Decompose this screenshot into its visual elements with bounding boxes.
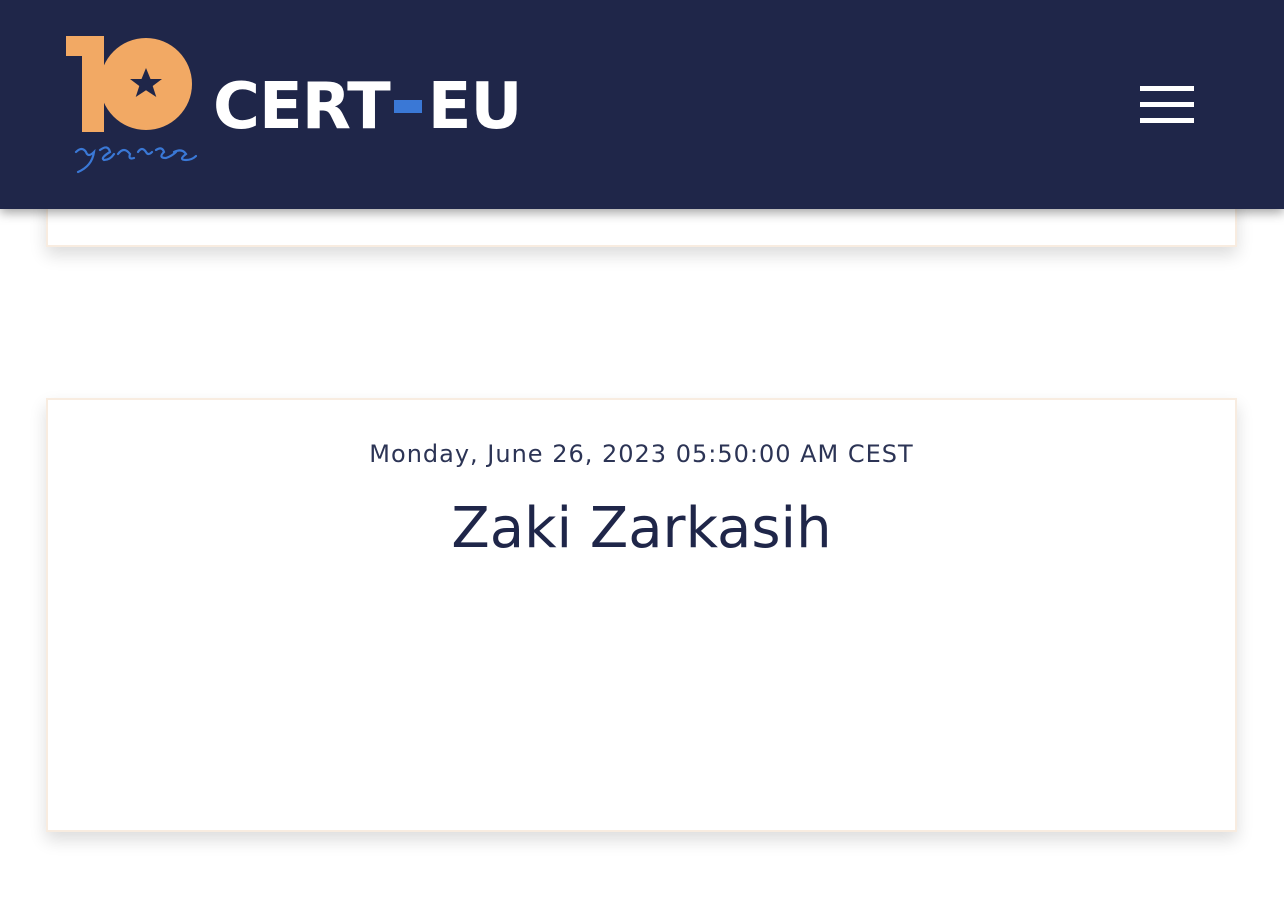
event-card: Monday, June 26, 2023 05:50:00 AM CEST Z… [46, 398, 1237, 832]
hamburger-menu-icon [1140, 86, 1194, 91]
logo-dash [393, 99, 422, 113]
ten-years-badge-icon [66, 36, 197, 174]
logo-wordmark-left: CERT [213, 70, 391, 144]
cert-eu-logo[interactable]: CERT EU [62, 32, 522, 177]
event-date: Monday, June 26, 2023 05:50:00 AM CEST [369, 440, 914, 468]
hamburger-menu-icon-bar [1140, 102, 1194, 107]
site-header: CERT EU [0, 0, 1284, 209]
hamburger-menu-button[interactable] [1130, 76, 1204, 132]
hamburger-menu-icon-bar [1140, 118, 1194, 123]
event-speaker-name: Zaki Zarkasih [451, 496, 832, 561]
page: CERT EU Monday, June 26, 2023 05:50:00 AM… [0, 0, 1284, 919]
logo-wordmark-right: EU [427, 70, 523, 144]
logo-wordmark: CERT EU [213, 70, 523, 144]
